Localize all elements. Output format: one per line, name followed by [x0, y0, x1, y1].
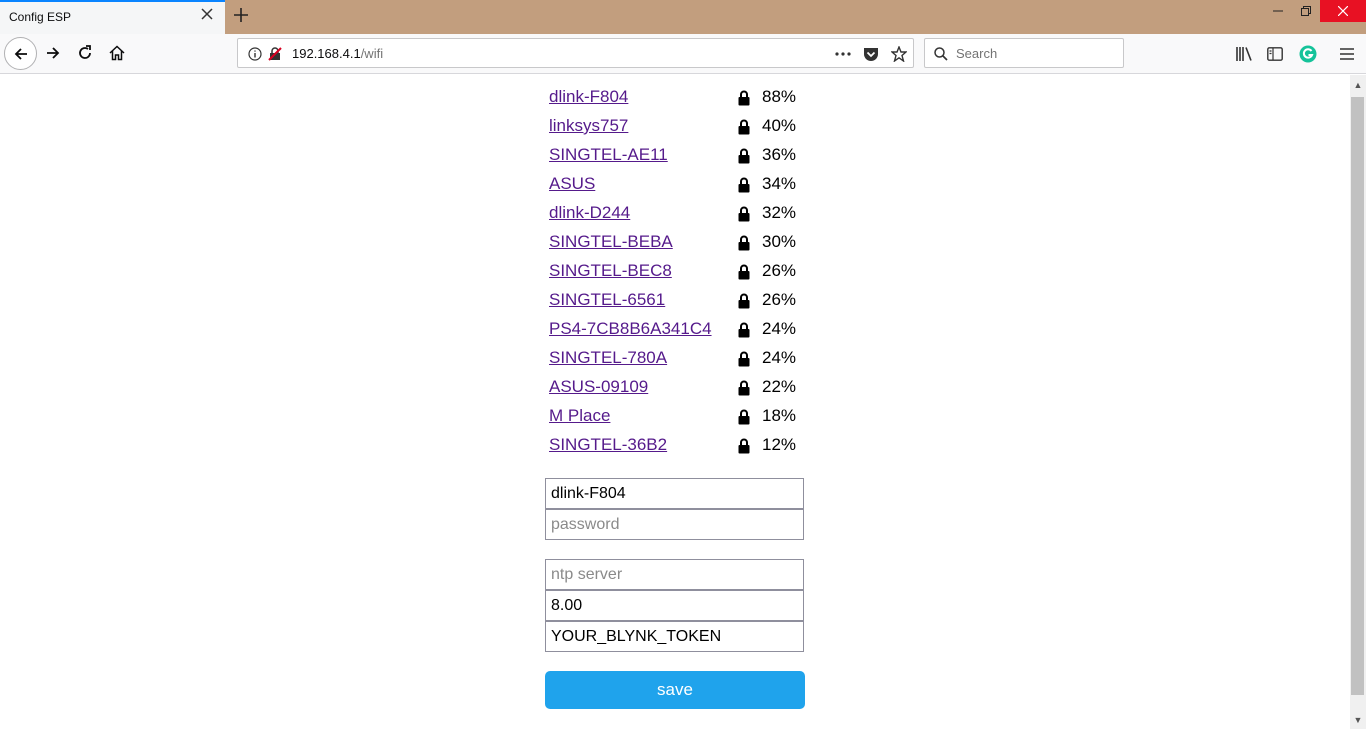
- vertical-scrollbar[interactable]: ▲ ▼: [1350, 75, 1366, 729]
- search-icon: [933, 46, 949, 62]
- network-ssid-link[interactable]: dlink-F804: [549, 87, 628, 107]
- ntp-server-input[interactable]: [545, 559, 804, 590]
- network-row: SINGTEL-780A 24%: [549, 348, 809, 372]
- network-row: SINGTEL-BEC8 26%: [549, 261, 809, 285]
- forward-icon: [47, 47, 60, 59]
- network-signal: 40%: [762, 116, 797, 135]
- more-icon[interactable]: [834, 46, 852, 62]
- ssid-input[interactable]: [545, 478, 804, 509]
- lock-icon: [738, 148, 750, 164]
- network-ssid-link[interactable]: PS4-7CB8B6A341C4: [549, 319, 712, 339]
- network-signal: 30%: [762, 232, 797, 251]
- lock-icon: [738, 264, 750, 280]
- network-row: ASUS 34%: [549, 174, 809, 198]
- network-signal: 24%: [762, 319, 797, 338]
- library-icon[interactable]: [1235, 45, 1253, 63]
- window-close-icon[interactable]: [1320, 0, 1366, 22]
- lock-icon: [738, 177, 750, 193]
- network-ssid-link[interactable]: ASUS: [549, 174, 595, 194]
- menu-icon[interactable]: [1338, 45, 1356, 63]
- sidebar-icon[interactable]: [1266, 45, 1284, 63]
- network-ssid-link[interactable]: SINGTEL-36B2: [549, 435, 667, 455]
- network-signal: 24%: [762, 348, 797, 367]
- bookmark-star-icon[interactable]: [890, 45, 908, 63]
- scroll-thumb[interactable]: [1351, 97, 1364, 695]
- tab-close-icon[interactable]: [199, 8, 215, 24]
- tab-title: Config ESP: [9, 10, 72, 24]
- reload-icon: [79, 45, 91, 59]
- network-ssid-link[interactable]: ASUS-09109: [549, 377, 648, 397]
- forward-button[interactable]: [38, 38, 68, 68]
- lock-icon: [738, 90, 750, 106]
- search-bar[interactable]: Search: [924, 38, 1124, 68]
- network-ssid-link[interactable]: SINGTEL-AE11: [549, 145, 668, 165]
- network-row: SINGTEL-6561 26%: [549, 290, 809, 314]
- home-icon: [109, 45, 125, 61]
- network-row: ASUS-09109 22%: [549, 377, 809, 401]
- password-input[interactable]: [545, 509, 804, 540]
- network-signal: 32%: [762, 203, 797, 222]
- url-text: 192.168.4.1/wifi: [292, 46, 383, 61]
- network-ssid-link[interactable]: SINGTEL-6561: [549, 290, 665, 310]
- network-ssid-link[interactable]: SINGTEL-BEBA: [549, 232, 673, 252]
- grammarly-icon[interactable]: [1298, 44, 1318, 64]
- network-signal: 88%: [762, 87, 797, 106]
- lock-icon: [738, 119, 750, 135]
- scroll-down-icon[interactable]: ▼: [1353, 715, 1363, 725]
- network-ssid-link[interactable]: SINGTEL-BEC8: [549, 261, 672, 281]
- page-content: dlink-F804 88% linksys757 40% SINGTEL-AE11 36…: [0, 75, 1350, 729]
- network-row: linksys757 40%: [549, 116, 809, 140]
- network-signal: 22%: [762, 377, 797, 396]
- lock-icon: [738, 322, 750, 338]
- search-placeholder: Search: [956, 46, 998, 61]
- lock-icon: [738, 409, 750, 425]
- network-signal: 12%: [762, 435, 797, 454]
- network-signal: 26%: [762, 261, 797, 280]
- window-controls: [1264, 0, 1366, 22]
- reload-button[interactable]: [70, 38, 100, 68]
- back-button[interactable]: [4, 37, 37, 70]
- lock-icon: [738, 293, 750, 309]
- network-row: PS4-7CB8B6A341C4 24%: [549, 319, 809, 343]
- url-host: 192.168.4.1: [292, 46, 361, 61]
- network-row: dlink-F804 88%: [549, 87, 809, 111]
- network-ssid-link[interactable]: linksys757: [549, 116, 628, 136]
- back-icon: [14, 47, 27, 60]
- network-ssid-link[interactable]: M Place: [549, 406, 610, 426]
- network-row: SINGTEL-36B2 12%: [549, 435, 809, 459]
- lock-icon: [738, 235, 750, 251]
- network-row: SINGTEL-AE11 36%: [549, 145, 809, 169]
- save-button[interactable]: save: [545, 671, 805, 709]
- network-ssid-link[interactable]: dlink-D244: [549, 203, 630, 223]
- network-signal: 18%: [762, 406, 797, 425]
- scroll-up-icon[interactable]: ▲: [1353, 80, 1363, 90]
- lock-icon: [738, 351, 750, 367]
- lock-icon: [738, 206, 750, 222]
- lock-icon: [738, 438, 750, 454]
- network-row: M Place 18%: [549, 406, 809, 430]
- blynk-token-input[interactable]: [545, 621, 804, 652]
- network-ssid-link[interactable]: SINGTEL-780A: [549, 348, 667, 368]
- pocket-icon[interactable]: [862, 46, 880, 62]
- tab-bar: Config ESP: [0, 0, 1366, 34]
- insecure-lock-icon[interactable]: [267, 46, 283, 62]
- minimize-icon[interactable]: [1264, 0, 1292, 22]
- timezone-input[interactable]: [545, 590, 804, 621]
- network-row: SINGTEL-BEBA 30%: [549, 232, 809, 256]
- restore-icon[interactable]: [1292, 0, 1320, 22]
- navigation-bar: 192.168.4.1/wifi Search: [0, 34, 1366, 74]
- lock-icon: [738, 380, 750, 396]
- home-button[interactable]: [102, 38, 132, 68]
- url-path: /wifi: [360, 46, 384, 61]
- network-row: dlink-D244 32%: [549, 203, 809, 227]
- new-tab-button[interactable]: [230, 5, 252, 27]
- network-signal: 36%: [762, 145, 797, 164]
- network-signal: 26%: [762, 290, 797, 309]
- info-icon[interactable]: [247, 46, 263, 62]
- network-signal: 34%: [762, 174, 797, 193]
- active-tab[interactable]: Config ESP: [0, 0, 225, 34]
- url-bar[interactable]: 192.168.4.1/wifi: [237, 38, 914, 68]
